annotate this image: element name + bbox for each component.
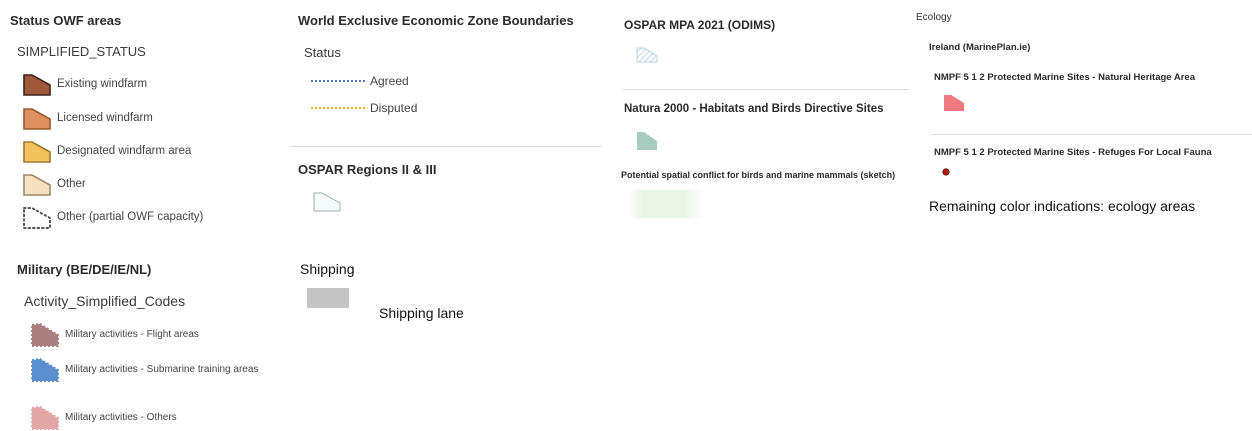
military-legend-label: Military activities - Submarine training… (65, 364, 259, 375)
refuges-label: NMPF 5 1 2 Protected Marine Sites - Refu… (934, 147, 1212, 158)
status-legend-label: Existing windfarm (57, 78, 148, 90)
natura-swatch-icon (637, 132, 657, 150)
agreed-label: Agreed (370, 74, 409, 88)
status-legend-label: Designated windfarm area (57, 145, 192, 157)
divider (932, 134, 1252, 135)
ospar-regions-swatch-icon (313, 192, 341, 212)
shipping-title: Shipping (300, 261, 355, 277)
remaining-note: Remaining color indications: ecology are… (929, 198, 1196, 214)
status-legend-label: Other (57, 178, 86, 190)
status-owf-title: Status OWF areas (10, 13, 122, 28)
windfarm-swatch-icon (23, 108, 51, 130)
refuges-point-icon (942, 168, 950, 176)
windfarm-swatch-icon (23, 174, 51, 196)
divider (623, 89, 909, 90)
ospar-regions-title: OSPAR Regions II & III (298, 162, 437, 177)
shipping-lane-label: Shipping lane (379, 305, 464, 321)
windfarm-swatch-icon (23, 141, 51, 163)
status-legend-label: Licensed windfarm (57, 112, 153, 124)
military-title: Military (BE/DE/IE/NL) (17, 262, 152, 277)
ecology-title: Ecology (916, 12, 952, 23)
natura-title: Natura 2000 - Habitats and Birds Directi… (624, 103, 884, 115)
military-legend-label: Military activities - Others (65, 412, 177, 423)
agreed-line-icon (311, 80, 365, 82)
eez-title: World Exclusive Economic Zone Boundaries (298, 13, 574, 28)
conflict-swatch (628, 190, 704, 218)
disputed-label: Disputed (370, 101, 418, 115)
status-legend-label: Other (partial OWF capacity) (57, 211, 204, 223)
ospar-mpa-title: OSPAR MPA 2021 (ODIMS) (624, 18, 776, 32)
divider (290, 146, 602, 147)
ireland-title: Ireland (MarinePlan.ie) (929, 42, 1031, 53)
military-swatch-icon (31, 322, 59, 347)
nha-swatch-icon (944, 95, 964, 111)
military-field-label: Activity_Simplified_Codes (24, 293, 186, 309)
ospar-mpa-swatch-icon (636, 47, 658, 63)
windfarm-swatch-icon (23, 74, 51, 96)
military-swatch-icon (31, 357, 59, 382)
conflict-title: Potential spatial conflict for birds and… (621, 170, 896, 180)
status-field-label: SIMPLIFIED_STATUS (17, 44, 146, 59)
military-legend-label: Military activities - Flight areas (65, 329, 199, 340)
nha-label: NMPF 5 1 2 Protected Marine Sites - Natu… (934, 72, 1195, 83)
disputed-line-icon (311, 107, 365, 109)
military-swatch-icon (31, 405, 59, 430)
shipping-lane-swatch (307, 288, 349, 308)
eez-field-label: Status (304, 45, 341, 60)
partial-capacity-swatch-icon (23, 207, 51, 229)
